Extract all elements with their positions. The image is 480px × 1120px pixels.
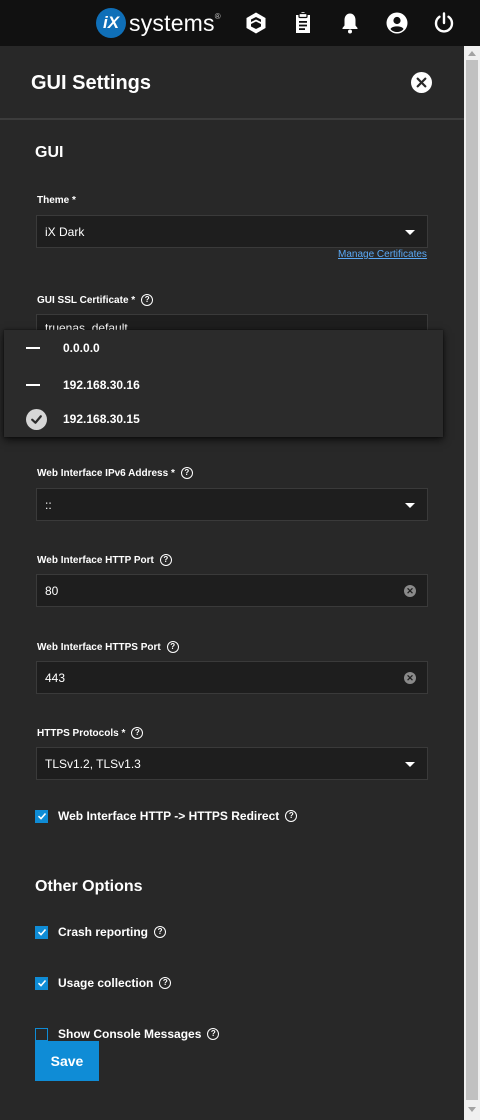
clipboard-icon[interactable] [291, 11, 315, 35]
theme-select[interactable]: iX Dark [36, 215, 428, 248]
https-port-input[interactable]: 443 ✕ [36, 661, 428, 694]
ipv6-select[interactable]: :: [36, 488, 428, 521]
checkbox-checked-icon[interactable] [35, 976, 48, 990]
theme-value: iX Dark [45, 225, 85, 239]
crash-reporting-checkbox[interactable]: Crash reporting ? [35, 925, 167, 939]
checkbox-checked-icon[interactable] [35, 809, 48, 823]
top-bar: iX systems ® [0, 0, 480, 46]
close-icon [416, 77, 427, 88]
gui-section-title: GUI [35, 144, 64, 161]
indeterminate-icon [26, 384, 40, 386]
help-icon[interactable]: ? [159, 554, 172, 566]
help-icon[interactable]: ? [207, 1028, 220, 1040]
help-icon[interactable]: ? [154, 926, 167, 938]
clear-icon[interactable]: ✕ [404, 672, 416, 684]
ixsystems-logo[interactable]: iX systems ® [96, 8, 221, 38]
help-icon[interactable]: ? [285, 810, 298, 822]
https-protocols-value: TLSv1.2, TLSv1.3 [45, 757, 141, 771]
https-port-value: 443 [45, 671, 66, 685]
ipv4-option[interactable]: 0.0.0.0 [4, 330, 443, 367]
ipv4-address-dropdown: 0.0.0.0 192.168.30.16 192.168.30.15 [4, 330, 443, 437]
save-button[interactable]: Save [35, 1041, 99, 1081]
usage-collection-checkbox[interactable]: Usage collection ? [35, 976, 172, 990]
https-protocols-label: HTTPS Protocols * ? [37, 727, 144, 739]
http-port-label-text: Web Interface HTTP Port [37, 554, 154, 566]
help-icon[interactable]: ? [180, 467, 193, 479]
logo-text: systems [129, 9, 215, 36]
ipv4-option-label: 0.0.0.0 [63, 341, 100, 355]
ipv6-label: Web Interface IPv6 Address * ? [37, 467, 193, 479]
other-options-title: Other Options [35, 878, 143, 895]
truecommand-icon[interactable] [244, 11, 268, 35]
scroll-down-arrow-icon[interactable] [468, 1107, 476, 1112]
ipv4-option[interactable]: 192.168.30.15 [4, 401, 443, 438]
checkbox-unchecked-icon[interactable] [35, 1027, 48, 1041]
help-icon[interactable]: ? [166, 641, 179, 653]
help-icon[interactable]: ? [141, 294, 154, 306]
help-icon[interactable]: ? [159, 977, 172, 989]
https-protocols-label-text: HTTPS Protocols * [37, 727, 126, 739]
logo-trademark: ® [214, 12, 221, 21]
panel-title: GUI Settings [31, 72, 152, 94]
checkbox-checked-icon[interactable] [35, 925, 48, 939]
manage-certificates-link[interactable]: Manage Certificates [338, 249, 427, 260]
ipv4-option-label: 192.168.30.15 [63, 412, 140, 426]
clear-icon[interactable]: ✕ [404, 585, 416, 597]
theme-label-text: Theme * [37, 195, 76, 206]
https-port-label-text: Web Interface HTTPS Port [37, 641, 161, 653]
scroll-up-arrow-icon[interactable] [468, 51, 476, 56]
ssl-certificate-label-text: GUI SSL Certificate * [37, 294, 136, 306]
https-protocols-select[interactable]: TLSv1.2, TLSv1.3 [36, 747, 428, 780]
ssl-certificate-label: GUI SSL Certificate * ? [37, 294, 154, 306]
logo-mark: iX [96, 8, 126, 38]
bell-icon[interactable] [338, 11, 362, 35]
console-messages-label: Show Console Messages [58, 1027, 202, 1041]
account-icon[interactable] [385, 11, 409, 35]
https-redirect-checkbox[interactable]: Web Interface HTTP -> HTTPS Redirect ? [35, 809, 298, 823]
ipv6-label-text: Web Interface IPv6 Address * [37, 467, 175, 479]
http-port-input[interactable]: 80 ✕ [36, 574, 428, 607]
console-messages-checkbox[interactable]: Show Console Messages ? [35, 1027, 220, 1041]
chevron-down-icon [405, 762, 415, 767]
crash-reporting-label: Crash reporting [58, 925, 149, 939]
power-icon[interactable] [432, 11, 456, 35]
ipv4-option-label: 192.168.30.16 [63, 378, 140, 392]
help-icon[interactable]: ? [131, 727, 144, 739]
http-port-label: Web Interface HTTP Port ? [37, 554, 172, 566]
ipv4-option[interactable]: 192.168.30.16 [4, 367, 443, 404]
theme-label: Theme * [37, 195, 76, 206]
usage-collection-label: Usage collection [58, 976, 154, 990]
panel-header: GUI Settings [0, 46, 464, 120]
https-redirect-label: Web Interface HTTP -> HTTPS Redirect [58, 809, 280, 823]
chevron-down-icon [405, 503, 415, 508]
https-port-label: Web Interface HTTPS Port ? [37, 641, 179, 653]
check-circle-icon [26, 409, 47, 430]
indeterminate-icon [26, 347, 40, 349]
http-port-value: 80 [45, 584, 59, 598]
scrollbar-thumb[interactable] [466, 60, 478, 1100]
chevron-down-icon [405, 230, 415, 235]
ipv6-value: :: [45, 498, 52, 512]
close-button[interactable] [411, 72, 432, 93]
